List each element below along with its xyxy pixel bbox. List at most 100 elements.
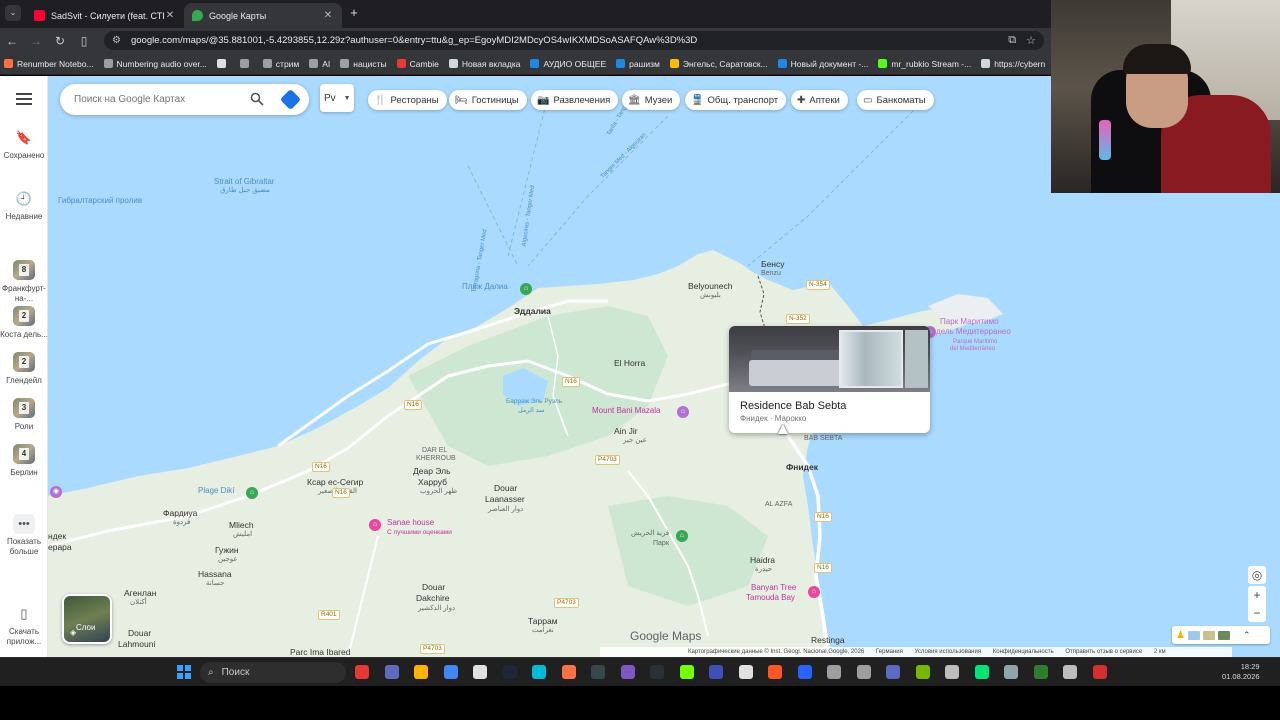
layers-button[interactable]: ◈ Слои <box>62 594 112 644</box>
taskbar-app-icon[interactable] <box>856 665 871 679</box>
bookmark-item[interactable] <box>239 59 253 68</box>
category-chip[interactable]: ▭ Банкоматы <box>857 90 934 110</box>
bookmark-item[interactable]: mr_rubkio Stream -... <box>878 59 971 69</box>
install-app-icon[interactable]: ⧉ <box>1008 34 1016 47</box>
taskbar-app-icon[interactable] <box>709 665 723 679</box>
taskbar-app-icon[interactable] <box>502 665 517 679</box>
expand-icon[interactable]: ⌃ <box>1243 630 1251 641</box>
taskbar-app-icon[interactable] <box>443 665 458 679</box>
reload-icon[interactable]: ↻ <box>48 34 72 48</box>
taskbar-app-icon[interactable] <box>945 665 959 679</box>
footer-terms[interactable]: Условия использования <box>915 649 982 655</box>
map-type-thumb[interactable] <box>1187 630 1200 640</box>
bookmark-star-icon[interactable]: ☆ <box>1026 34 1036 47</box>
search-icon[interactable] <box>250 92 264 106</box>
taskbar-app-icon[interactable] <box>561 665 576 679</box>
taskbar-app-icon[interactable] <box>915 665 930 679</box>
menu-icon[interactable] <box>16 93 32 105</box>
bookmark-item[interactable] <box>216 59 230 68</box>
tab-youtube[interactable]: SadSvit - Силуети (feat. СТРУКТ ✕ <box>26 3 184 28</box>
map-type-thumb[interactable] <box>1217 630 1230 640</box>
taskbar-app-icon[interactable] <box>473 665 487 679</box>
taskbar-app-icon[interactable] <box>355 665 369 679</box>
search-box[interactable] <box>60 84 309 115</box>
taskbar-app-icon[interactable] <box>797 665 812 679</box>
category-chip[interactable]: 🛏 Гостиницы <box>449 90 527 110</box>
side-panel-icon[interactable]: ▯ <box>72 34 96 48</box>
bookmark-item[interactable]: Новая вкладка <box>448 59 520 69</box>
category-chip[interactable]: 🍴 Рестораны <box>368 90 447 110</box>
taskbar-app-icon[interactable] <box>532 665 546 679</box>
hotel-pin-icon[interactable]: ⌂ <box>808 586 820 598</box>
park-pin-icon[interactable]: ⌂ <box>676 530 688 542</box>
place-photo[interactable] <box>729 326 930 392</box>
taskbar-app-icon[interactable] <box>1033 665 1048 679</box>
beach-pin-icon[interactable]: ⌂ <box>246 487 258 499</box>
zoom-out-button[interactable]: − <box>1248 604 1266 622</box>
bookmark-item[interactable]: Энгельс, Саратовск... <box>669 59 768 69</box>
map-type-thumb[interactable] <box>1202 630 1215 640</box>
taskbar-app-icon[interactable] <box>414 665 428 679</box>
search-input[interactable] <box>74 94 244 105</box>
category-chip[interactable]: 📷 Развлечения <box>531 90 619 110</box>
place-card[interactable]: Residence Bab Sebta Фнидек · Марокко <box>729 326 930 433</box>
pegman-icon[interactable]: ♟ <box>1176 630 1185 641</box>
taskbar-app-icon[interactable] <box>768 665 782 679</box>
language-select[interactable]: Рv ▼ <box>320 84 354 112</box>
footer-scale[interactable]: 2 км <box>1154 649 1166 655</box>
beach-pin-icon[interactable]: ⌂ <box>520 283 532 295</box>
taskbar-search[interactable]: ⌕ Поиск <box>200 662 346 683</box>
bookmark-item[interactable]: стрим <box>262 59 299 69</box>
directions-icon[interactable] <box>279 88 302 111</box>
category-chip[interactable]: ✚ Аптеки <box>791 90 848 110</box>
close-tab-icon[interactable]: ✕ <box>164 10 176 21</box>
category-chip[interactable]: 🚆 Общ. транспорт <box>685 90 787 110</box>
taskbar-app-icon[interactable] <box>591 665 605 679</box>
taskbar-app-icon[interactable] <box>384 665 399 679</box>
taskbar-app-icon[interactable] <box>650 665 664 679</box>
bookmark-item[interactable]: нацисты <box>340 59 387 69</box>
category-chip[interactable]: 🏛 Музеи <box>622 90 681 110</box>
bookmark-item[interactable]: Cambie <box>396 59 439 69</box>
bookmark-item[interactable]: AI <box>309 59 330 69</box>
footer-country[interactable]: Германия <box>876 649 903 655</box>
map-type-switcher[interactable]: ♟ ⌃ <box>1172 626 1270 644</box>
taskbar-app-icon[interactable] <box>827 665 841 679</box>
taskbar-app-icon[interactable] <box>679 665 694 679</box>
rail-recent-place[interactable]: 2 Глендейл <box>0 352 48 386</box>
back-arrow-icon[interactable]: ← <box>0 34 24 48</box>
address-bar[interactable]: ⚙ google.com/maps/@35.881001,-5.4293855,… <box>104 31 1044 50</box>
rail-recent[interactable]: 🕘 Недавние <box>0 189 48 222</box>
tab-search-menu[interactable]: ⌄ <box>5 5 21 21</box>
bookmark-item[interactable]: Renumber Notebo... <box>4 59 94 69</box>
new-tab-button[interactable]: + <box>346 5 362 21</box>
taskbar-app-icon[interactable] <box>974 665 989 679</box>
system-clock[interactable]: 18:29 01.08.2026 <box>1222 662 1260 682</box>
poi-pin-icon[interactable]: ◉ <box>50 486 62 498</box>
taskbar-app-icon[interactable] <box>1004 665 1018 679</box>
windows-start-icon[interactable] <box>177 665 191 679</box>
bookmark-item[interactable]: рашизм <box>616 59 660 69</box>
site-info-icon[interactable]: ⚙ <box>112 35 121 46</box>
bookmark-item[interactable]: АУДИО ОБЩЕЕ <box>530 59 606 69</box>
footer-feedback[interactable]: Отправить отзыв о сервисе <box>1065 649 1142 655</box>
rail-recent-place[interactable]: 4 Берлин <box>0 444 48 478</box>
hotel-pin-icon[interactable]: ⌂ <box>369 519 381 531</box>
bookmark-item[interactable]: https://cybern <box>981 59 1045 69</box>
close-tab-icon[interactable]: ✕ <box>322 10 334 21</box>
taskbar-app-icon[interactable] <box>738 665 753 679</box>
bookmark-item[interactable]: Новый документ -... <box>777 59 868 69</box>
rail-recent-place[interactable]: 3 Роли <box>0 398 48 432</box>
rail-saved[interactable]: 🔖 Сохранено <box>0 128 48 161</box>
taskbar-app-icon[interactable] <box>620 665 635 679</box>
tab-google-maps[interactable]: Google Карты ✕ <box>184 3 342 28</box>
taskbar-app-icon[interactable] <box>886 665 900 679</box>
taskbar-app-icon[interactable] <box>1063 665 1077 679</box>
forward-arrow-icon[interactable]: → <box>24 34 48 48</box>
rail-recent-place[interactable]: 2 Коста дель... <box>0 306 48 340</box>
rail-download-app[interactable]: ▯ Скачать прилож... <box>0 604 48 647</box>
my-location-icon[interactable]: ◎ <box>1248 566 1266 584</box>
bookmark-item[interactable]: Numbering audio over... <box>103 59 207 69</box>
taskbar-app-icon[interactable] <box>1092 665 1107 679</box>
rail-show-more[interactable]: ••• Показать больше <box>0 514 48 557</box>
